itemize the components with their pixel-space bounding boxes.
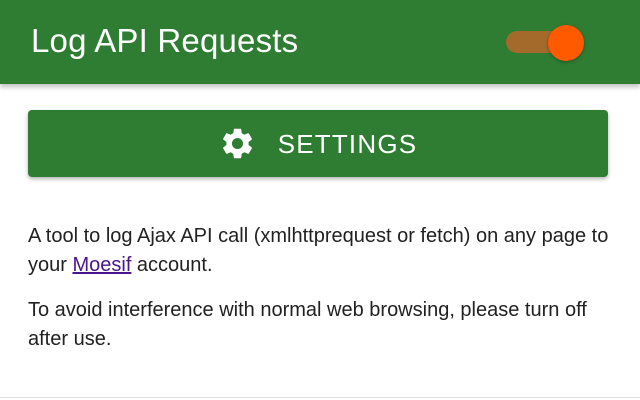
settings-button[interactable]: SETTINGS xyxy=(28,110,608,177)
settings-button-label: SETTINGS xyxy=(277,128,418,159)
warning-paragraph: To avoid interference with normal web br… xyxy=(28,299,587,350)
popup-page: Log API Requests SETTINGS A tool to log … xyxy=(0,0,640,400)
header-bar: Log API Requests xyxy=(0,0,640,84)
toggle-thumb[interactable] xyxy=(548,25,584,61)
page-title: Log API Requests xyxy=(31,22,299,59)
logging-toggle[interactable] xyxy=(506,24,590,61)
gear-icon xyxy=(219,125,256,162)
moesif-link[interactable]: Moesif xyxy=(72,254,131,276)
description-text-end: account. xyxy=(131,254,213,276)
description-paragraph: A tool to log Ajax API call (xmlhttprequ… xyxy=(28,222,618,280)
bottom-divider xyxy=(0,397,640,398)
